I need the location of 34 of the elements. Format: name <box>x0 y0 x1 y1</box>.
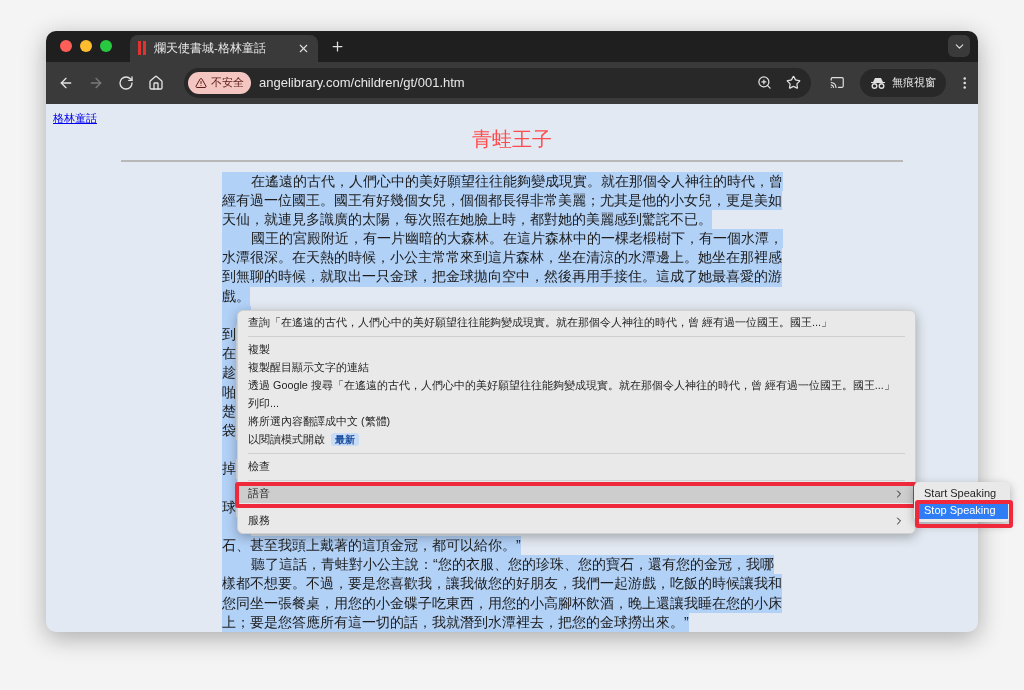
cast-icon[interactable] <box>830 75 845 91</box>
submenu-item[interactable]: Start Speaking <box>916 484 1008 502</box>
menu-item[interactable]: 以閱讀模式開啟 最新 <box>239 430 914 449</box>
window-control[interactable] <box>60 40 72 53</box>
security-label: 不安全 <box>211 75 244 91</box>
breadcrumb-link[interactable]: 格林童話 <box>53 109 97 126</box>
menu-item[interactable]: 透過 Google 搜尋「在遙遠的古代，人們心中的美好願望往往能夠變成現實。就在那個令人神往的時代，曾 經有過一位國王。國王...」 <box>239 376 914 395</box>
menu-item[interactable]: 列印... <box>239 394 914 413</box>
zoom-icon[interactable] <box>757 75 773 91</box>
window-control[interactable] <box>80 40 92 53</box>
profile-label: 無痕視窗 <box>891 75 936 91</box>
security-chip[interactable]: 不安全 <box>188 71 251 94</box>
url-text: angelibrary.com/children/gt/001.htm <box>259 73 465 92</box>
menu-item[interactable]: 查詢「在遙遠的古代，人們心中的美好願望往往能夠變成現實。就在那個令人神往的時代，曾 經有過一位國王。國王...」 <box>239 313 914 332</box>
tab-search-button[interactable] <box>948 35 970 58</box>
reload-icon <box>117 74 134 91</box>
new-badge: 最新 <box>331 433 359 446</box>
site-icon <box>138 41 146 56</box>
browser-tab[interactable]: 爛天使書城-格林童話 <box>130 34 318 62</box>
address-bar[interactable]: 不安全 angelibrary.com/children/gt/001.htm <box>184 67 812 98</box>
incognito-icon <box>869 76 886 89</box>
page-title: 青蛙王子 <box>472 126 552 152</box>
menu-item[interactable]: 複製 <box>239 340 914 359</box>
warning-icon <box>195 76 207 89</box>
incognito-chip[interactable]: 無痕視窗 <box>859 68 946 97</box>
menu-item[interactable]: 將所選內容翻譯成中文 (繁體) <box>239 412 914 431</box>
new-tab-icon[interactable] <box>330 38 345 54</box>
menu-item[interactable]: 複製醒目顯示文字的連結 <box>239 358 914 377</box>
menu-item[interactable]: 服務 <box>239 511 914 530</box>
menu-item[interactable]: 檢查 <box>239 457 914 476</box>
window-control[interactable] <box>100 40 112 53</box>
tab-title: 爛天使書城-格林童話 <box>154 40 266 56</box>
star-icon[interactable] <box>786 75 802 91</box>
home-icon <box>147 74 164 91</box>
